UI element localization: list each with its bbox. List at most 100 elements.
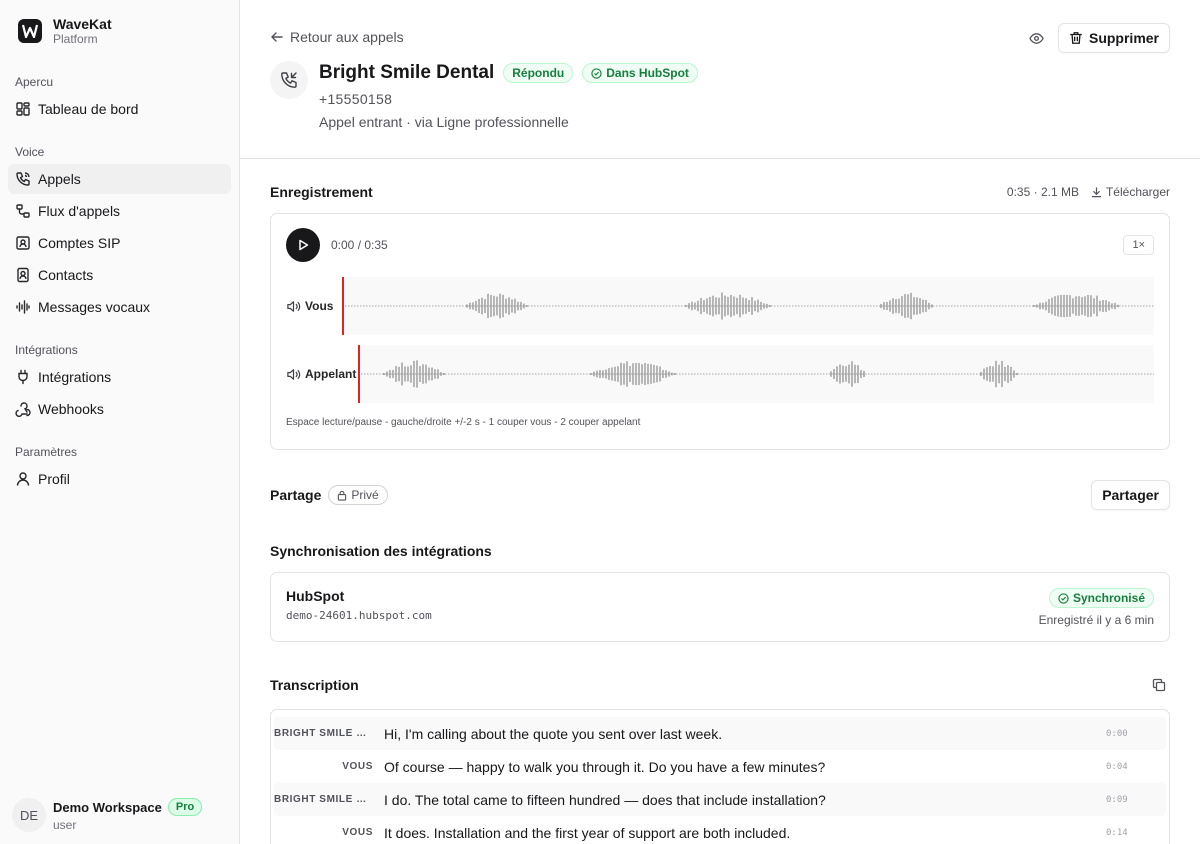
page-title: Bright Smile Dental: [319, 62, 495, 83]
incoming-call-icon: [270, 61, 308, 99]
share-left: Partage Privé: [270, 485, 388, 505]
eye-icon: [1029, 32, 1045, 44]
sidebar-item-label: Profil: [38, 471, 70, 487]
sidebar-item-integrations[interactable]: Intégrations: [8, 362, 231, 392]
track-name: Vous: [305, 299, 334, 313]
recording-section: Enregistrement 0:35 · 2.1 MB Télécharger…: [240, 179, 1200, 450]
brand-sub: Platform: [53, 31, 98, 46]
track-appelant: Appelant: [286, 345, 1154, 403]
sidebar-item-label: Intégrations: [38, 369, 112, 385]
privacy-badge: Privé: [328, 485, 388, 505]
download-label: Télécharger: [1105, 185, 1170, 199]
sidebar-item-label: Flux d'appels: [38, 203, 121, 219]
nav-group-apercu: Apercu Tableau de bord: [0, 72, 239, 124]
sidebar-item-appels[interactable]: Appels: [8, 164, 231, 194]
sidebar-item-messages-vocaux[interactable]: Messages vocaux: [8, 292, 231, 322]
waveform-vous[interactable]: [342, 277, 1154, 335]
dashboard-icon: [16, 102, 30, 116]
delete-button[interactable]: Supprimer: [1057, 23, 1170, 53]
sidebar-item-contacts[interactable]: Contacts: [8, 260, 231, 290]
transcript-row[interactable]: BRIGHT SMILE DE... I do. The total came …: [274, 783, 1166, 816]
audio-player: 0:00 / 0:35 1× Vous Appelant Espace lect…: [270, 213, 1170, 450]
title-row: Bright Smile Dental Répondu Dans HubSpot…: [270, 60, 1170, 130]
download-link[interactable]: Télécharger: [1091, 185, 1170, 199]
speed-button[interactable]: 1×: [1123, 235, 1154, 255]
share-button[interactable]: Partager: [1091, 480, 1170, 510]
transcript-time: 0:14: [1106, 827, 1128, 838]
sidebar-item-flux-d-appels[interactable]: Flux d'appels: [8, 196, 231, 226]
webhook-icon: [15, 402, 31, 417]
user-icon: [16, 472, 30, 486]
brand[interactable]: WaveKat Platform: [0, 0, 239, 62]
phone-icon: [16, 172, 30, 186]
volume-icon: [287, 368, 301, 380]
copy-transcript-button[interactable]: [1152, 678, 1166, 692]
check-circle-icon: [1058, 592, 1069, 604]
transcript-text: I do. The total came to fifteen hundred …: [384, 791, 826, 808]
transcript-speaker: VOUS: [342, 761, 373, 772]
transcript-speaker: BRIGHT SMILE DE...: [274, 794, 382, 805]
sidebar-item-profil[interactable]: Profil: [8, 464, 231, 494]
play-button[interactable]: [286, 228, 320, 262]
recording-meta: 0:35 · 2.1 MB Télécharger: [1007, 185, 1170, 199]
workspace-name: Demo Workspace: [53, 799, 162, 815]
nav-group-integrations: Intégrations Intégrations Webhooks: [0, 340, 239, 424]
nav-label: Voice: [15, 145, 45, 159]
sync-status-badge: Synchronisé: [1048, 588, 1154, 608]
workspace-name-row: Demo Workspace Pro: [53, 798, 203, 816]
caller-phone: +15550158: [319, 91, 393, 107]
sidebar: WaveKat Platform Apercu Tableau de bord …: [0, 0, 240, 844]
sync-title: Synchronisation des intégrations: [270, 543, 492, 559]
contact-card-icon: [16, 236, 30, 250]
contact-book-icon: [17, 267, 29, 283]
sidebar-item-label: Webhooks: [38, 401, 104, 417]
check-circle-icon: [591, 67, 602, 79]
play-icon: [299, 239, 309, 251]
nav-label: Intégrations: [15, 343, 78, 357]
nav-group-parametres: Paramètres Profil: [0, 442, 239, 494]
audio-lines-icon: [16, 300, 30, 314]
transcript-text: Hi, I'm calling about the quote you sent…: [384, 725, 723, 742]
main-content: Retour aux appels Supprimer Bright Smile…: [240, 0, 1200, 844]
header-actions: Supprimer: [1022, 23, 1170, 53]
volume-icon: [287, 300, 301, 312]
waveform-svg: [358, 345, 1154, 403]
crm-badge-label: Dans HubSpot: [606, 66, 689, 80]
title-line: Bright Smile Dental Répondu Dans HubSpot: [319, 60, 707, 86]
recording-size: 0:35 · 2.1 MB: [1006, 185, 1079, 199]
transcript-row[interactable]: VOUS Of course — happy to walk you throu…: [274, 750, 1166, 783]
play-row: 0:00 / 0:35: [286, 228, 1154, 262]
transcript-row[interactable]: BRIGHT SMILE DE... Hi, I'm calling about…: [274, 717, 1166, 750]
waveform-appelant[interactable]: [358, 345, 1154, 403]
share-row: Partage Privé Partager: [270, 480, 1170, 510]
integration-name: HubSpot: [286, 588, 345, 604]
track-label-appelant[interactable]: Appelant: [286, 367, 358, 382]
call-subtitle: Appel entrant · via Ligne professionnell…: [319, 114, 569, 130]
download-icon: [1091, 186, 1102, 197]
sidebar-item-comptes-sip[interactable]: Comptes SIP: [8, 228, 231, 258]
call-header: Retour aux appels Supprimer Bright Smile…: [240, 0, 1200, 159]
crm-badge: Dans HubSpot: [582, 63, 698, 83]
visibility-button[interactable]: [1022, 23, 1052, 53]
transcript-row[interactable]: VOUS It does. Installation and the first…: [274, 816, 1166, 844]
privacy-badge-label: Privé: [351, 488, 379, 502]
playback-time: 0:00 / 0:35: [331, 238, 388, 252]
recording-title: Enregistrement: [270, 184, 373, 200]
sync-card-hubspot: HubSpot demo-24601.hubspot.com Synchroni…: [270, 572, 1170, 642]
transcript-speaker: BRIGHT SMILE DE...: [274, 728, 382, 739]
copy-icon: [1152, 678, 1166, 692]
integration-domain: demo-24601.hubspot.com: [286, 609, 432, 622]
sidebar-item-tableau-de-bord[interactable]: Tableau de bord: [8, 94, 231, 124]
lock-icon: [338, 490, 347, 501]
workspace-switcher[interactable]: DE Demo Workspace Pro user: [0, 788, 239, 844]
transcript-speaker: VOUS: [342, 827, 373, 838]
brand-name: WaveKat: [53, 15, 112, 32]
sidebar-item-webhooks[interactable]: Webhooks: [8, 394, 231, 424]
trash-icon: [1070, 32, 1082, 44]
track-label-vous[interactable]: Vous: [286, 299, 342, 314]
sidebar-item-label: Comptes SIP: [38, 235, 121, 251]
sidebar-item-label: Messages vocaux: [38, 299, 151, 315]
sync-status-label: Synchronisé: [1072, 591, 1145, 605]
transcript-list: BRIGHT SMILE DE... Hi, I'm calling about…: [270, 709, 1170, 844]
arrow-left-icon: [271, 32, 283, 42]
